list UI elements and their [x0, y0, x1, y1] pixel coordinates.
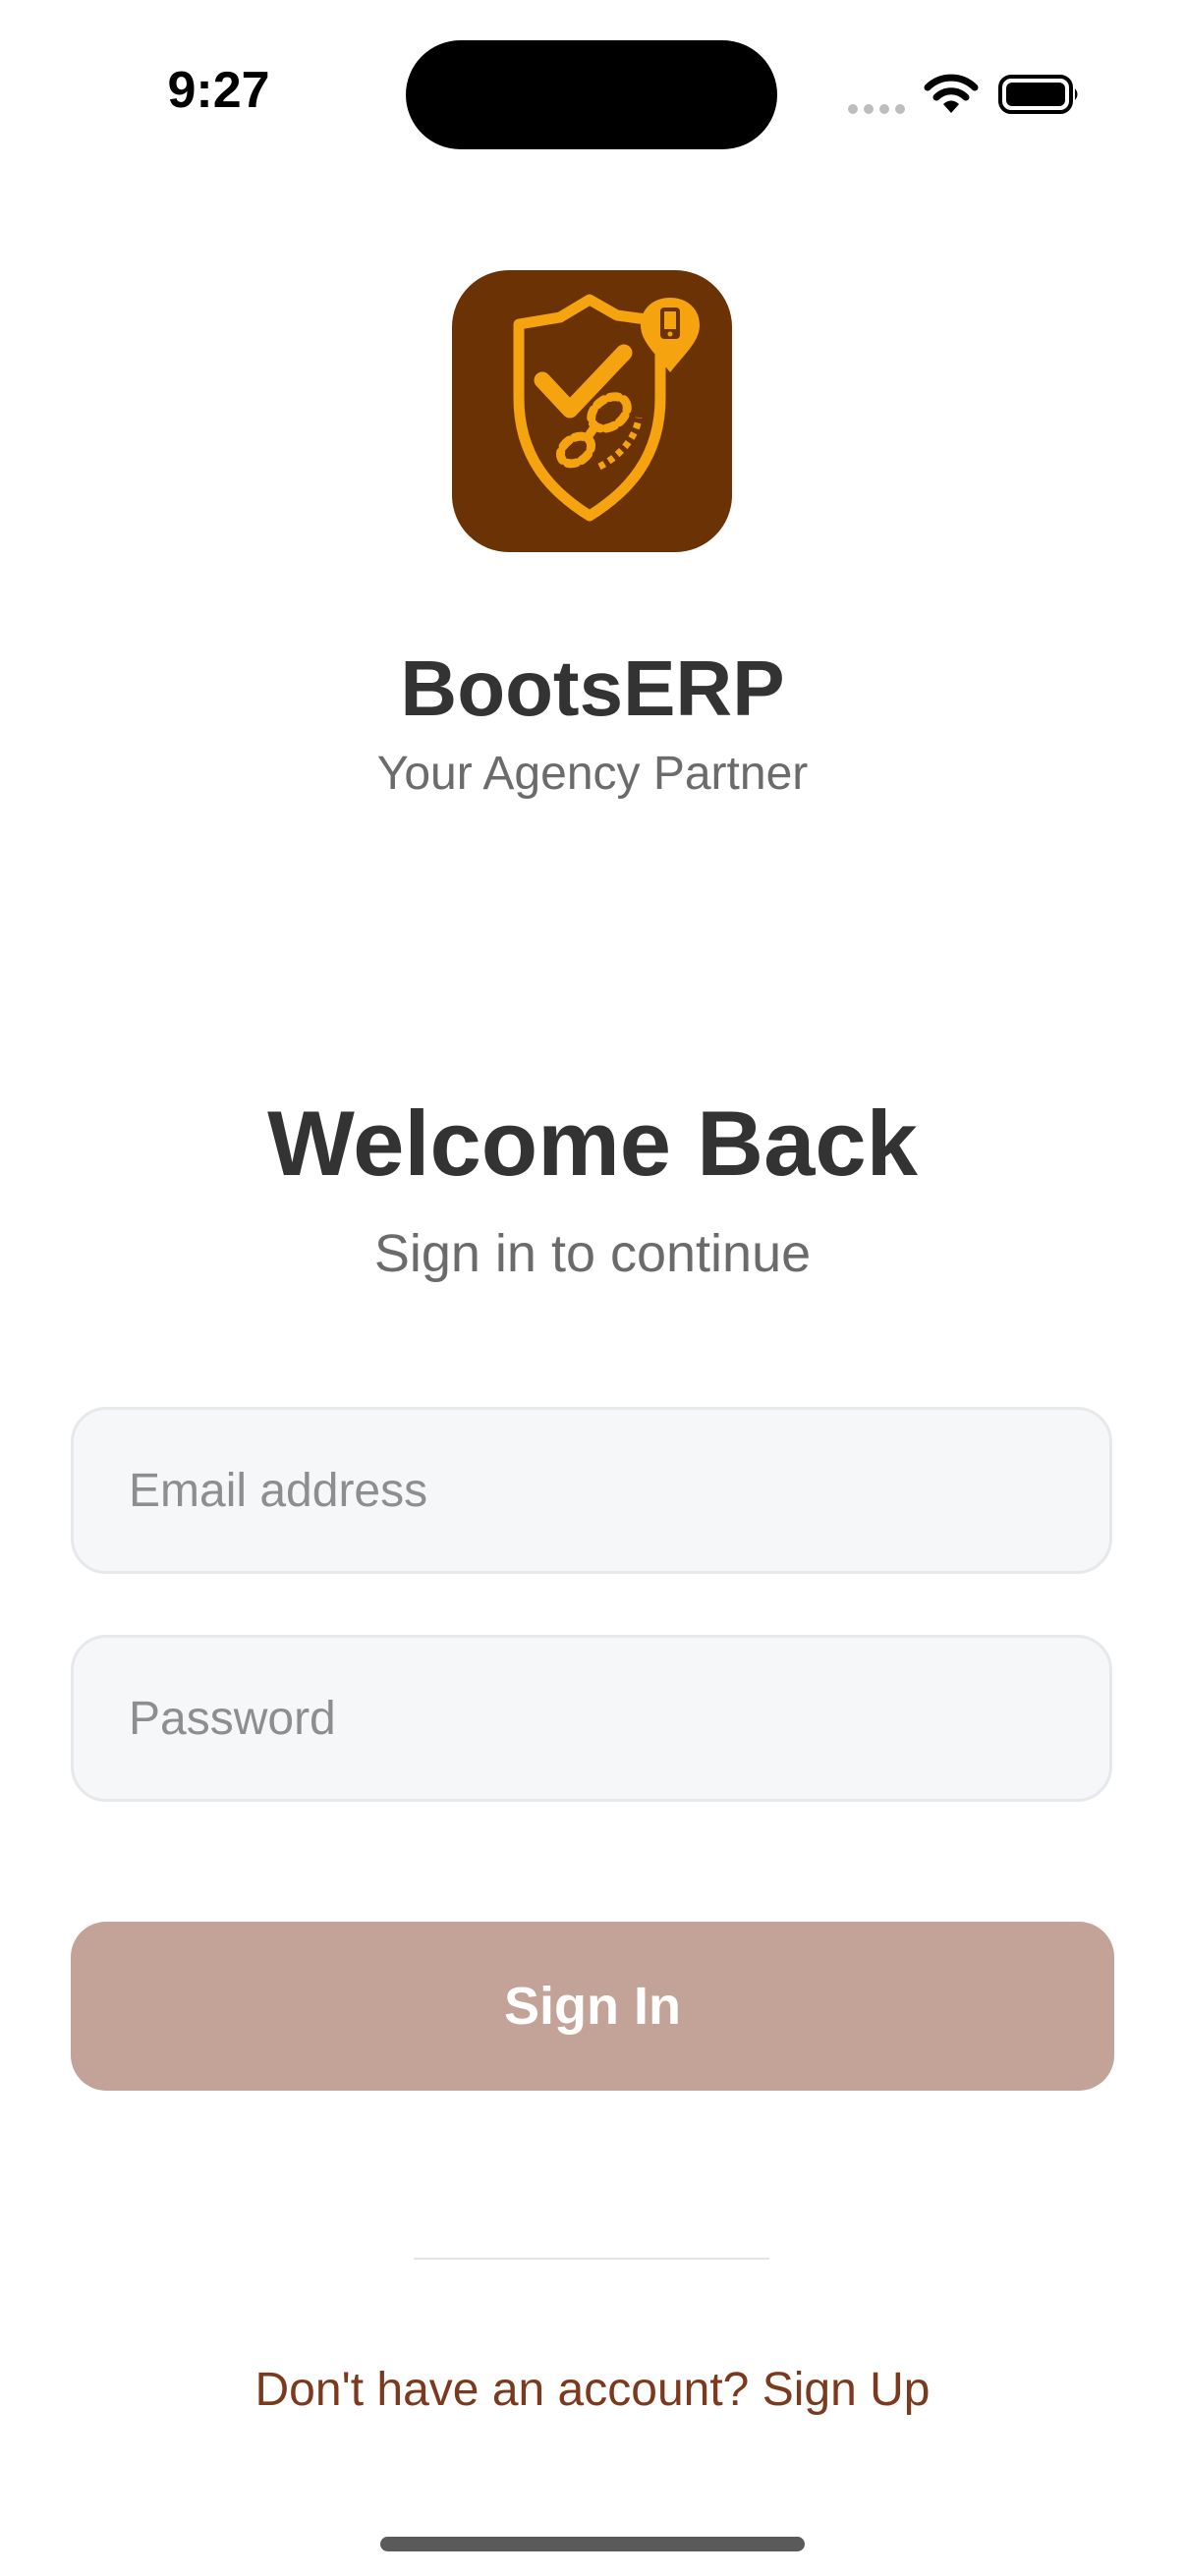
divider	[414, 2258, 769, 2260]
page-title: Welcome Back	[267, 1092, 918, 1195]
shield-check-bootprint-phone-icon	[513, 294, 700, 522]
sign-up-link[interactable]: Don't have an account? Sign Up	[0, 2363, 1185, 2417]
app-logo	[452, 270, 732, 552]
app-tagline: Your Agency Partner	[376, 748, 809, 800]
app-name: BootsERP	[400, 644, 785, 732]
email-field[interactable]	[71, 1407, 1112, 1574]
wifi-icon	[924, 74, 979, 113]
sign-in-button[interactable]: Sign In	[71, 1922, 1114, 2091]
password-field[interactable]	[71, 1635, 1112, 1802]
home-indicator[interactable]	[380, 2537, 805, 2551]
page-subtitle: Sign in to continue	[373, 1224, 812, 1283]
dynamic-island	[406, 40, 777, 149]
status-time: 9:27	[167, 62, 270, 119]
status-bar: 9:27	[0, 0, 1185, 196]
battery-icon	[998, 75, 1078, 114]
cellular-signal-icon	[848, 104, 905, 114]
